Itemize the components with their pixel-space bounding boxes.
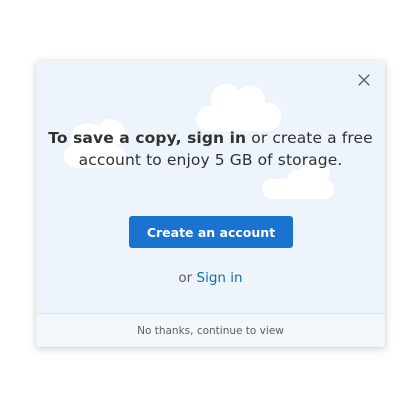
message-rest-text: or create a free: [246, 129, 373, 147]
close-button[interactable]: [353, 69, 375, 91]
sign-in-link[interactable]: Sign in: [197, 270, 243, 286]
or-label: or: [178, 270, 197, 286]
message-line-1: To save a copy, sign in or create a free: [36, 127, 385, 149]
clouds-illustration: [64, 84, 334, 199]
dialog-message: To save a copy, sign in or create a free…: [36, 127, 385, 171]
message-bold-text: To save a copy, sign in: [48, 129, 247, 147]
close-icon: [358, 74, 370, 86]
create-account-button[interactable]: Create an account: [129, 216, 293, 248]
no-thanks-link[interactable]: No thanks, continue to view: [137, 325, 284, 337]
cloud-top: [196, 84, 281, 131]
sign-in-row: or Sign in: [36, 270, 385, 286]
dialog-footer: No thanks, continue to view: [36, 313, 385, 347]
message-line-2: account to enjoy 5 GB of storage.: [78, 151, 343, 169]
save-copy-dialog: To save a copy, sign in or create a free…: [36, 61, 385, 347]
